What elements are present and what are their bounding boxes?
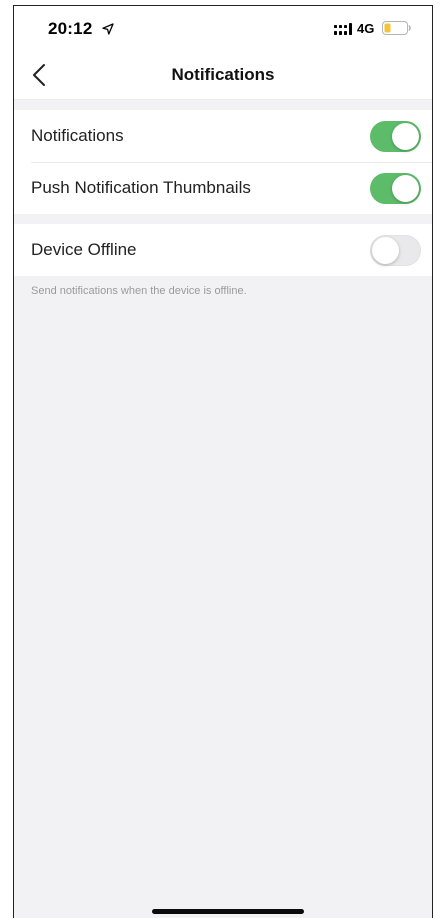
toggle-knob (372, 237, 399, 264)
status-bar: 20:12 4G (14, 6, 432, 50)
location-arrow-icon (102, 23, 114, 35)
page-title: Notifications (171, 65, 275, 84)
toggle-knob (392, 175, 419, 202)
push-thumbnails-toggle[interactable] (370, 173, 421, 204)
battery-icon (382, 21, 411, 35)
signal-bars-icon (334, 23, 352, 35)
setting-row-notifications: Notifications (14, 110, 432, 162)
device-offline-description: Send notifications when the device is of… (31, 285, 247, 297)
network-type: 4G (357, 21, 375, 36)
setting-row-push-thumbnails: Push Notification Thumbnails (14, 162, 432, 214)
phone-screen: 20:12 4G Notifications Notifications Pus… (13, 5, 433, 918)
setting-row-device-offline: Device Offline (14, 224, 432, 276)
device-offline-toggle[interactable] (370, 235, 421, 266)
notification-settings-group: Notifications Push Notification Thumbnai… (14, 110, 432, 214)
toggle-knob (392, 123, 419, 150)
setting-label: Device Offline (31, 240, 137, 259)
device-offline-group: Device Offline (14, 224, 432, 276)
setting-label: Push Notification Thumbnails (31, 178, 251, 197)
notifications-toggle[interactable] (370, 121, 421, 152)
home-indicator (152, 909, 304, 914)
status-time: 20:12 (48, 19, 93, 38)
navigation-bar: Notifications (14, 50, 432, 100)
setting-label: Notifications (31, 126, 124, 145)
